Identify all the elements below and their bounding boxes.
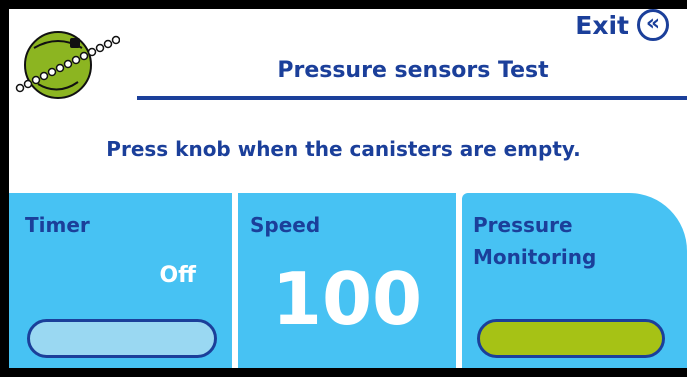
page-title: Pressure sensors Test: [277, 58, 549, 83]
title-divider: [137, 96, 687, 100]
roller-pump-logo-icon: [14, 24, 121, 110]
pressure-label-line2: Monitoring: [473, 245, 597, 269]
double-chevron-left-icon: «: [637, 9, 669, 41]
pressure-label-line1: Pressure: [473, 213, 573, 237]
timer-bar: [27, 319, 217, 358]
speed-label: Speed: [250, 213, 321, 237]
timer-label: Timer: [25, 213, 90, 237]
exit-button[interactable]: Exit «: [575, 9, 669, 41]
timer-value: Off: [159, 263, 196, 288]
pressure-monitoring-bar: [477, 319, 665, 358]
exit-label: Exit: [575, 10, 629, 40]
pressure-monitoring-panel[interactable]: Pressure Monitoring: [462, 193, 687, 368]
timer-panel[interactable]: Timer Off: [9, 193, 232, 368]
pressure-monitoring-label: Pressure Monitoring: [473, 209, 596, 273]
speed-value: 100: [271, 257, 423, 341]
instruction-text: Press knob when the canisters are empty.: [106, 137, 581, 161]
speed-panel[interactable]: Speed 100: [238, 193, 456, 368]
